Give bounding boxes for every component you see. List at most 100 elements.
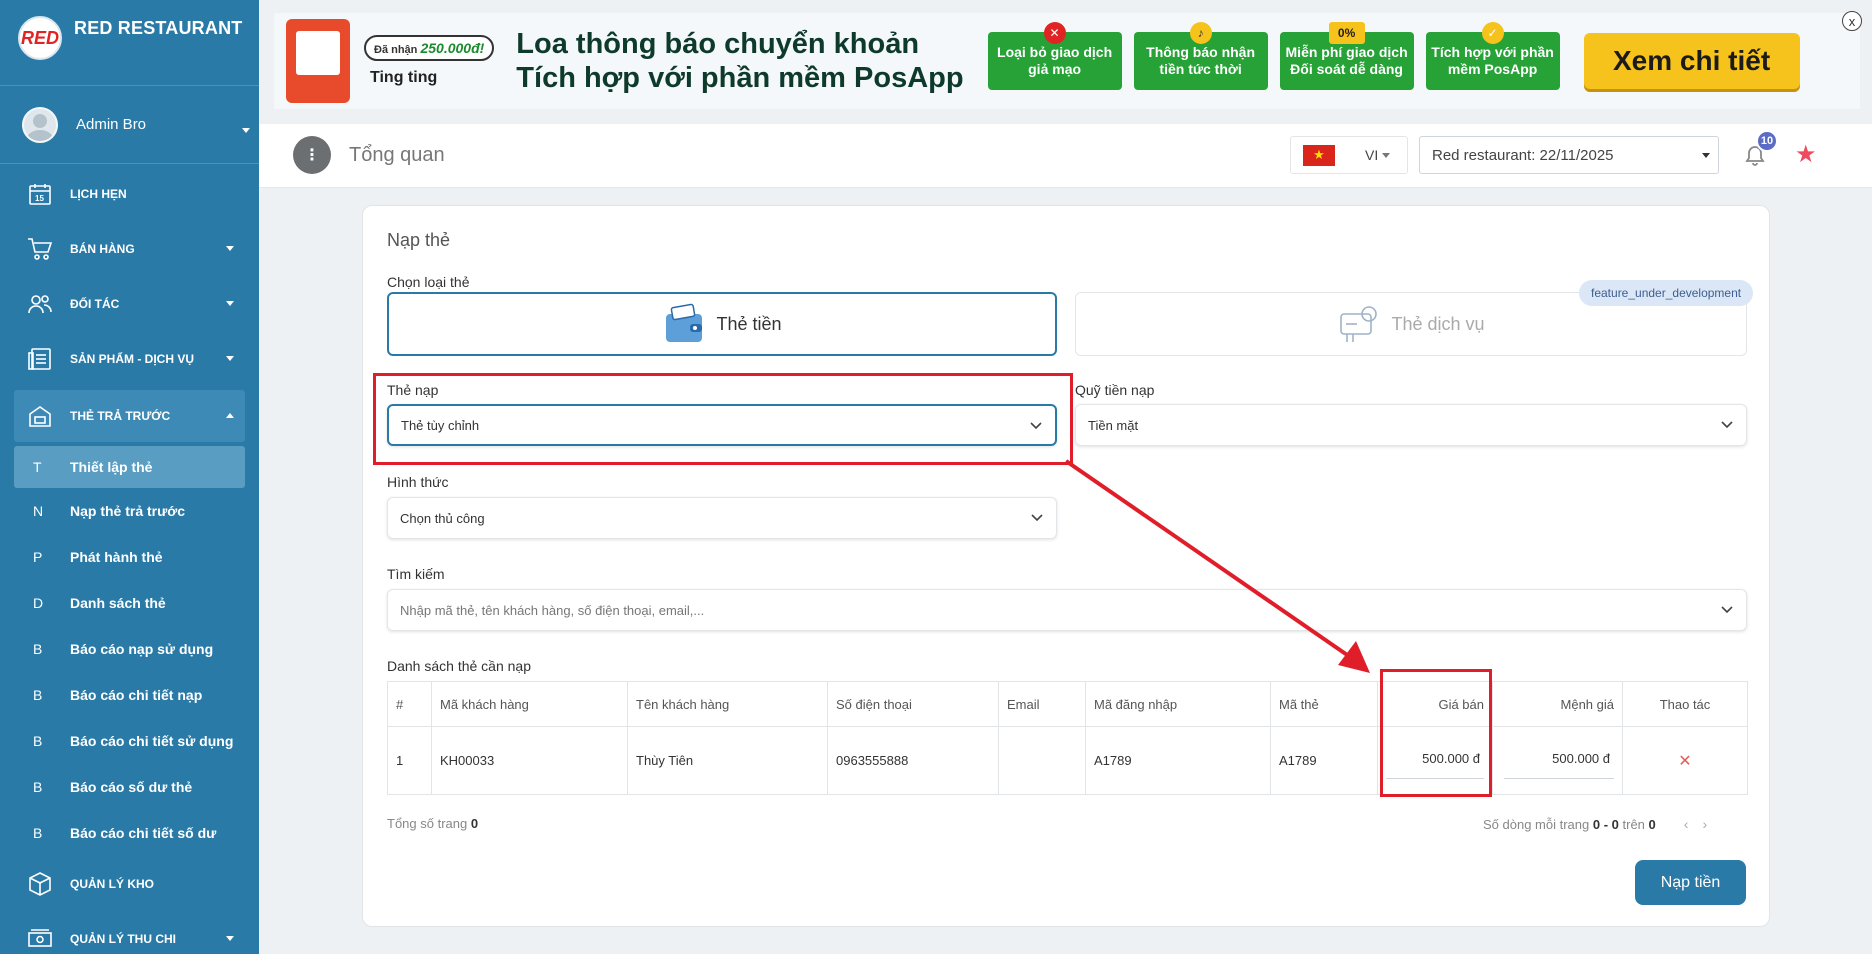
sidebar-subitem-card-issue[interactable]: P Phát hành thẻ bbox=[0, 534, 259, 580]
banner-cta-button[interactable]: Xem chi tiết bbox=[1583, 33, 1800, 89]
cell-customer-name: Thùy Tiên bbox=[627, 726, 828, 795]
card-type-money-label: Thẻ tiền bbox=[716, 313, 782, 334]
sidebar-item-sales[interactable]: BÁN HÀNG bbox=[0, 221, 259, 276]
prepaid-card-icon bbox=[26, 403, 54, 429]
subitem-letter: B bbox=[33, 687, 43, 703]
subitem-letter: B bbox=[33, 641, 43, 657]
chevron-down-icon bbox=[226, 301, 234, 306]
subitem-letter: B bbox=[33, 733, 43, 749]
calendar-icon: 15 bbox=[26, 181, 54, 207]
banner-tile: ♪ Thông báo nhận tiền tức thời bbox=[1133, 22, 1268, 90]
table-row: 1 KH00033 Thùy Tiên 0963555888 A1789 A17… bbox=[387, 726, 1748, 795]
zero-percent-icon: 0% bbox=[1328, 22, 1365, 44]
sidebar-subitem-balance-report[interactable]: B Báo cáo số dư thẻ bbox=[0, 764, 259, 810]
sidebar-subitem-card-list[interactable]: D Danh sách thẻ bbox=[0, 580, 259, 626]
subitem-label: Báo cáo chi tiết nạp bbox=[70, 687, 203, 703]
subitem-label: Nạp thẻ trả trước bbox=[70, 503, 186, 519]
sidebar-item-partners[interactable]: ĐỐI TÁC bbox=[0, 276, 259, 331]
subitem-letter: T bbox=[33, 459, 42, 475]
face-value-input[interactable]: 500.000 đ bbox=[1504, 743, 1614, 779]
sidebar-item-label: THẺ TRẢ TRƯỚC bbox=[70, 409, 171, 423]
prev-page-icon[interactable]: ‹ bbox=[1684, 816, 1703, 832]
money-icon bbox=[26, 926, 54, 952]
subitem-letter: P bbox=[33, 549, 43, 565]
pagination-info: Số dòng mỗi trang 0 - 0 trên 0 ‹› bbox=[1483, 816, 1722, 832]
banner-close-button[interactable]: x bbox=[1842, 11, 1862, 31]
sidebar-subitem-card-setup[interactable]: T Thiết lập thẻ bbox=[14, 446, 245, 488]
sidebar-item-products[interactable]: SẢN PHẨM - DỊCH VỤ bbox=[0, 331, 259, 386]
sidebar-subitem-balance-detail-report[interactable]: B Báo cáo chi tiết số dư bbox=[0, 810, 259, 856]
col-phone: Số điện thoại bbox=[827, 681, 999, 727]
card-type-service-label: Thẻ dịch vụ bbox=[1391, 313, 1485, 334]
promo-banner[interactable]: Đã nhận 250.000đ! Ting ting Loa thông bá… bbox=[274, 13, 1860, 109]
search-placeholder: Nhập mã thẻ, tên khách hàng, số điện tho… bbox=[400, 602, 705, 618]
card-type-money-option[interactable]: Thẻ tiền bbox=[387, 292, 1057, 356]
sidebar-item-label: ĐỐI TÁC bbox=[70, 296, 120, 311]
fund-value: Tiền mặt bbox=[1088, 417, 1139, 433]
brand[interactable]: RED RED RESTAURANT bbox=[0, 0, 259, 86]
subitem-label: Báo cáo số dư thẻ bbox=[70, 779, 193, 795]
user-menu[interactable]: Admin Bro bbox=[0, 86, 259, 164]
method-select[interactable]: Chọn thủ công bbox=[387, 497, 1057, 539]
card-list-label: Danh sách thẻ cần nạp bbox=[387, 658, 531, 674]
store-date-select[interactable]: Red restaurant: 22/11/2025 bbox=[1419, 136, 1719, 174]
language-selector[interactable]: ★ VI bbox=[1290, 136, 1408, 174]
sidebar-item-prepaid-cards[interactable]: THẺ TRẢ TRƯỚC bbox=[14, 390, 245, 442]
total-pages: Tổng số trang 0 bbox=[387, 816, 479, 831]
subitem-label: Báo cáo chi tiết số dư bbox=[70, 825, 217, 841]
highlight-box-sale-price bbox=[1380, 669, 1492, 797]
box-icon bbox=[26, 871, 54, 897]
chevron-down-icon bbox=[1721, 606, 1733, 614]
fund-label: Quỹ tiền nạp bbox=[1075, 382, 1155, 398]
bell-icon: ♪ bbox=[1189, 22, 1212, 44]
fund-select[interactable]: Tiền mặt bbox=[1075, 404, 1747, 446]
cell-login-code: A1789 bbox=[1085, 726, 1271, 795]
banner-headline: Loa thông báo chuyển khoản Tích hợp với … bbox=[516, 27, 963, 95]
col-login-code: Mã đăng nhập bbox=[1085, 681, 1271, 727]
sidebar-item-label: QUẢN LÝ KHO bbox=[70, 876, 154, 891]
notification-count-badge: 10 bbox=[1756, 130, 1778, 152]
highlight-box-topup-card bbox=[373, 373, 1073, 465]
banner-received: Đã nhận 250.000đ! bbox=[364, 35, 495, 61]
method-label: Hình thức bbox=[387, 474, 449, 490]
sidebar-item-inventory[interactable]: QUẢN LÝ KHO bbox=[0, 856, 259, 911]
banner-tiles: ✕ Loại bỏ giao dịch giả mạo ♪ Thông báo … bbox=[987, 22, 1560, 90]
col-card-code: Mã thẻ bbox=[1270, 681, 1378, 727]
subitem-label: Danh sách thẻ bbox=[70, 595, 166, 611]
subitem-letter: D bbox=[33, 595, 44, 611]
sidebar-item-appointments[interactable]: 15 LỊCH HẸN bbox=[0, 166, 259, 221]
cell-face-value: 500.000 đ bbox=[1492, 726, 1623, 795]
topup-submit-button[interactable]: Nạp tiền bbox=[1635, 860, 1746, 905]
next-page-icon[interactable]: › bbox=[1702, 816, 1721, 832]
qr-speaker-icon bbox=[286, 19, 350, 103]
page-title: Tổng quan bbox=[349, 144, 445, 166]
sidebar-item-label: LỊCH HẸN bbox=[70, 186, 127, 201]
subitem-label: Báo cáo chi tiết sử dụng bbox=[70, 733, 234, 749]
sidebar-subitem-usage-detail-report[interactable]: B Báo cáo chi tiết sử dụng bbox=[0, 718, 259, 764]
favorite-star-icon[interactable]: ★ bbox=[1795, 140, 1817, 169]
sidebar-subitem-prepaid-topup[interactable]: N Nạp thẻ trả trước bbox=[0, 488, 259, 534]
cart-icon bbox=[26, 236, 54, 262]
more-menu-button[interactable]: ⋮ bbox=[293, 136, 331, 174]
svg-text:15: 15 bbox=[35, 194, 44, 203]
chevron-down-icon bbox=[242, 128, 250, 133]
annotation-arrow bbox=[1064, 459, 1370, 673]
col-email: Email bbox=[998, 681, 1086, 727]
wallet-icon bbox=[666, 303, 703, 342]
sidebar-item-label: QUẢN LÝ THU CHI bbox=[70, 931, 176, 946]
sidebar-subitem-topup-detail-report[interactable]: B Báo cáo chi tiết nạp bbox=[0, 672, 259, 718]
sidebar-subitem-topup-usage-report[interactable]: B Báo cáo nạp sử dụng bbox=[0, 626, 259, 672]
language-code: VI bbox=[1365, 147, 1379, 163]
subitem-letter: B bbox=[33, 779, 43, 795]
sidebar-item-finance[interactable]: QUẢN LÝ THU CHI bbox=[0, 911, 259, 954]
chevron-down-icon bbox=[226, 936, 234, 941]
banner-tile: ✕ Loại bỏ giao dịch giả mạo bbox=[987, 22, 1122, 90]
brand-name: RED RESTAURANT bbox=[74, 18, 243, 38]
banner-headline-line1: Loa thông báo chuyển khoản bbox=[516, 28, 920, 60]
banner-ting: Ting ting bbox=[370, 69, 438, 86]
user-name: Admin Bro bbox=[76, 116, 147, 133]
chevron-down-icon bbox=[1702, 153, 1710, 158]
sidebar: RED RED RESTAURANT Admin Bro 15 LỊCH HẸN… bbox=[0, 0, 259, 954]
delete-row-icon[interactable]: ✕ bbox=[1678, 753, 1691, 770]
chevron-down-icon bbox=[1031, 514, 1043, 522]
